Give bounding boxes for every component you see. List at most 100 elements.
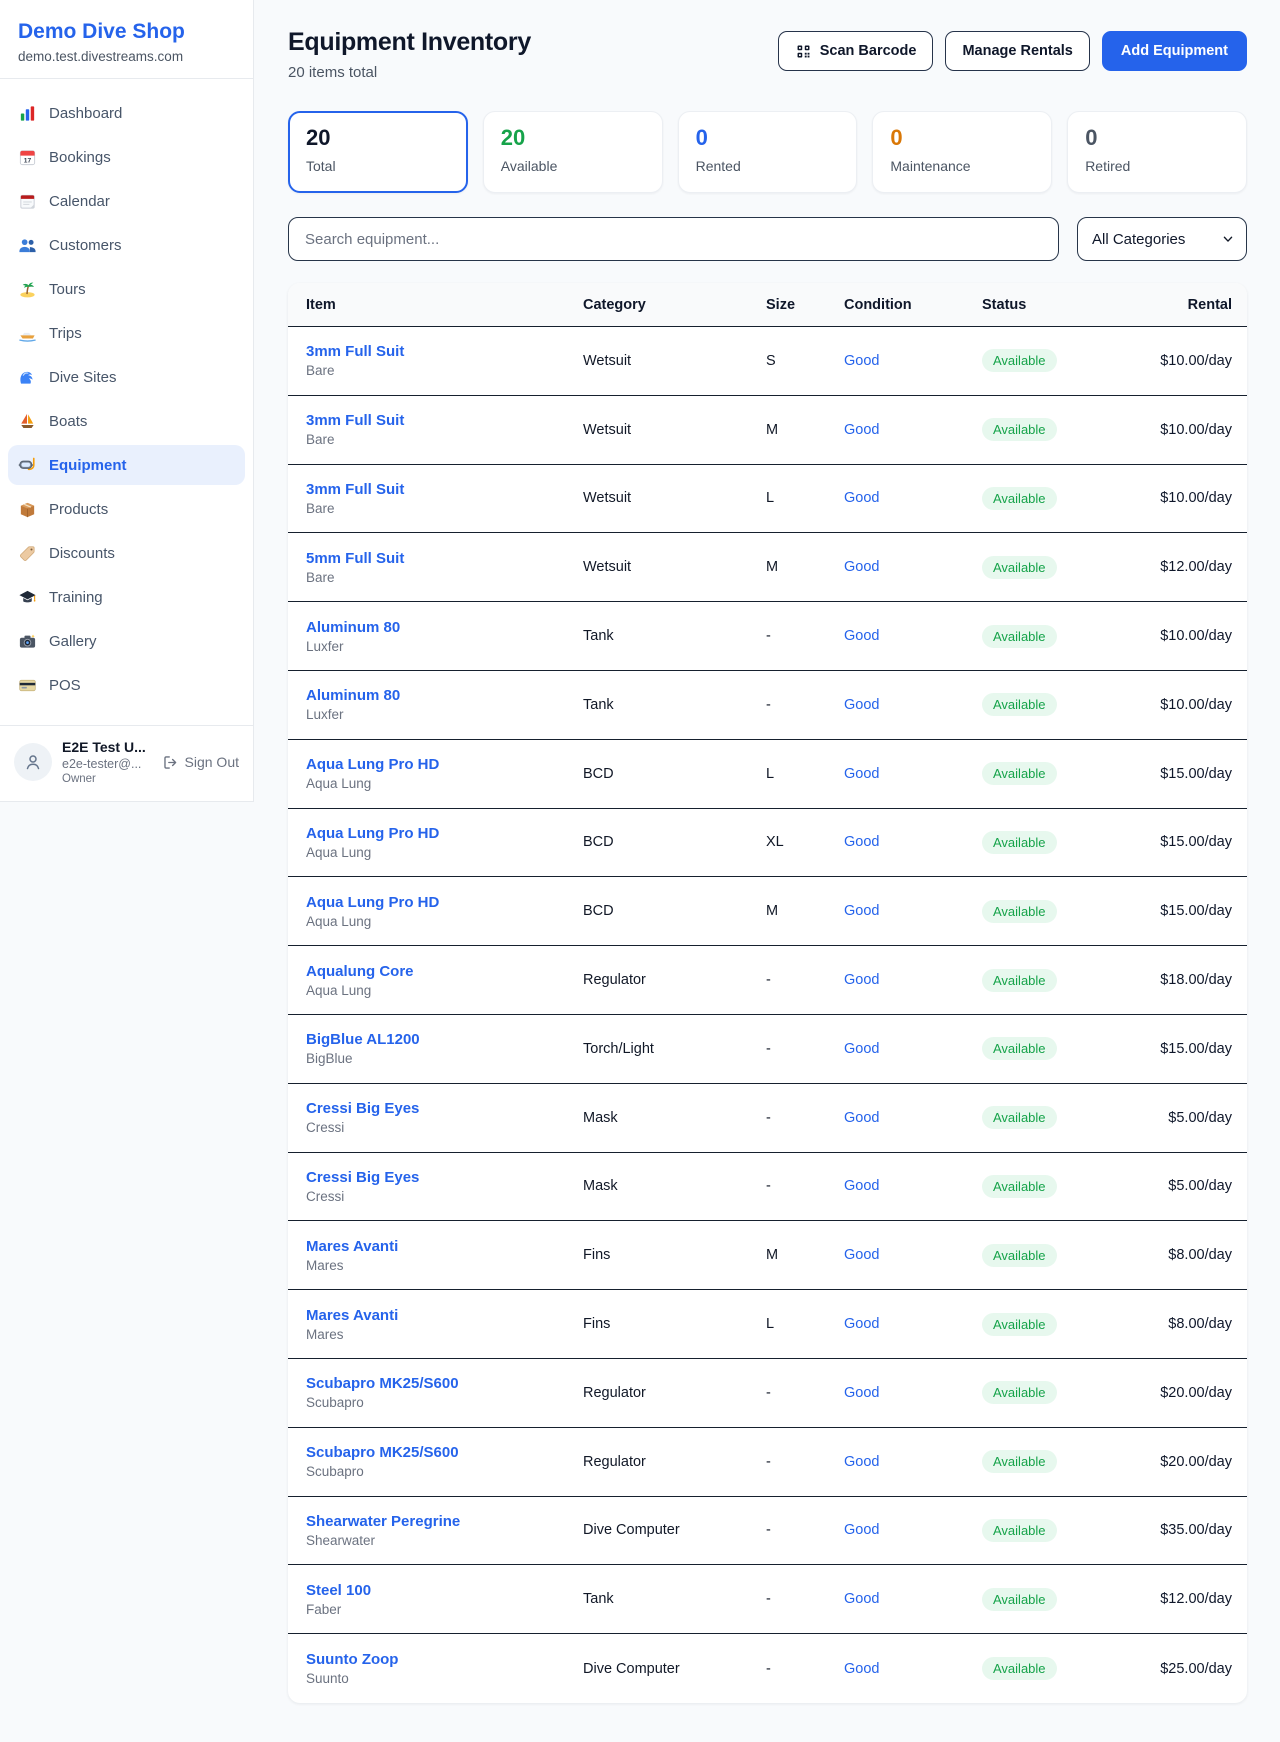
page-title: Equipment Inventory [288, 28, 531, 57]
table-row: Aqua Lung Pro HD Aqua Lung BCD XL Good A… [288, 809, 1247, 878]
sidebar-item-customers[interactable]: Customers [8, 225, 245, 265]
condition-link[interactable]: Good [844, 1591, 879, 1607]
sidebar-item-pos[interactable]: POS [8, 665, 245, 705]
stat-value: 0 [1085, 125, 1229, 151]
status-cell: Available [982, 1519, 1092, 1542]
sidebar-item-trips[interactable]: Trips [8, 313, 245, 353]
sidebar-item-label: Dive Sites [49, 369, 117, 386]
item-name-link[interactable]: Shearwater Peregrine [306, 1513, 583, 1530]
item-name-link[interactable]: Cressi Big Eyes [306, 1100, 583, 1117]
condition-link[interactable]: Good [844, 422, 879, 438]
sidebar-item-boats[interactable]: Boats [8, 401, 245, 441]
manage-rentals-button[interactable]: Manage Rentals [945, 31, 1089, 71]
category-cell: Regulator [583, 1454, 766, 1470]
diving-mask-icon [18, 456, 37, 475]
stat-label: Maintenance [890, 158, 1034, 174]
user-name: E2E Test U... [62, 739, 152, 755]
stat-card-rented[interactable]: 0 Rented [678, 111, 858, 193]
stat-card-available[interactable]: 20 Available [483, 111, 663, 193]
status-cell: Available [982, 693, 1092, 716]
condition-cell: Good [844, 1661, 982, 1677]
item-name-link[interactable]: Suunto Zoop [306, 1651, 583, 1668]
stat-card-maintenance[interactable]: 0 Maintenance [872, 111, 1052, 193]
sidebar-item-equipment[interactable]: Equipment [8, 445, 245, 485]
category-cell: Fins [583, 1316, 766, 1332]
condition-link[interactable]: Good [844, 1385, 879, 1401]
condition-link[interactable]: Good [844, 559, 879, 575]
add-equipment-button[interactable]: Add Equipment [1102, 31, 1247, 71]
condition-link[interactable]: Good [844, 628, 879, 644]
item-brand: Shearwater [306, 1533, 583, 1548]
item-cell: Mares Avanti Mares [306, 1238, 583, 1273]
item-cell: Cressi Big Eyes Cressi [306, 1100, 583, 1135]
item-name-link[interactable]: Steel 100 [306, 1582, 583, 1599]
status-cell: Available [982, 1244, 1092, 1267]
condition-link[interactable]: Good [844, 972, 879, 988]
size-cell: - [766, 1041, 844, 1057]
status-cell: Available [982, 349, 1092, 372]
item-brand: Mares [306, 1327, 583, 1342]
stat-card-total[interactable]: 20 Total [288, 111, 468, 193]
condition-link[interactable]: Good [844, 1247, 879, 1263]
sidebar-item-dashboard[interactable]: Dashboard [8, 93, 245, 133]
condition-link[interactable]: Good [844, 834, 879, 850]
item-name-link[interactable]: 5mm Full Suit [306, 550, 583, 567]
condition-link[interactable]: Good [844, 1110, 879, 1126]
item-name-link[interactable]: Aluminum 80 [306, 619, 583, 636]
status-badge: Available [982, 900, 1057, 923]
sidebar-item-discounts[interactable]: Discounts [8, 533, 245, 573]
sidebar-item-tours[interactable]: Tours [8, 269, 245, 309]
item-name-link[interactable]: Cressi Big Eyes [306, 1169, 583, 1186]
speedboat-icon [18, 324, 37, 343]
item-brand: Scubapro [306, 1464, 583, 1479]
condition-link[interactable]: Good [844, 697, 879, 713]
condition-link[interactable]: Good [844, 903, 879, 919]
stats-row: 20 Total 20 Available 0 Rented 0 Mainten… [288, 111, 1247, 193]
sidebar-item-calendar[interactable]: Calendar [8, 181, 245, 221]
size-cell: M [766, 1247, 844, 1263]
item-name-link[interactable]: Aqua Lung Pro HD [306, 894, 583, 911]
item-name-link[interactable]: 3mm Full Suit [306, 412, 583, 429]
sidebar-item-gallery[interactable]: Gallery [8, 621, 245, 661]
item-name-link[interactable]: Aqualung Core [306, 963, 583, 980]
condition-link[interactable]: Good [844, 1178, 879, 1194]
item-name-link[interactable]: Mares Avanti [306, 1307, 583, 1324]
stat-card-retired[interactable]: 0 Retired [1067, 111, 1247, 193]
category-select[interactable]: All Categories [1077, 217, 1247, 261]
condition-link[interactable]: Good [844, 1316, 879, 1332]
sidebar-item-training[interactable]: Training [8, 577, 245, 617]
item-brand: Mares [306, 1258, 583, 1273]
condition-cell: Good [844, 834, 982, 850]
condition-link[interactable]: Good [844, 1522, 879, 1538]
condition-link[interactable]: Good [844, 1041, 879, 1057]
item-name-link[interactable]: Scubapro MK25/S600 [306, 1375, 583, 1392]
scan-barcode-button[interactable]: Scan Barcode [778, 31, 934, 71]
condition-link[interactable]: Good [844, 1454, 879, 1470]
table-row: Aqualung Core Aqua Lung Regulator - Good… [288, 946, 1247, 1015]
status-cell: Available [982, 969, 1092, 992]
item-brand: Bare [306, 570, 583, 585]
sidebar-item-dive-sites[interactable]: Dive Sites [8, 357, 245, 397]
item-name-link[interactable]: 3mm Full Suit [306, 343, 583, 360]
search-input[interactable] [288, 217, 1059, 261]
sidebar-item-bookings[interactable]: Bookings [8, 137, 245, 177]
condition-link[interactable]: Good [844, 353, 879, 369]
status-badge: Available [982, 1244, 1057, 1267]
item-name-link[interactable]: Aqua Lung Pro HD [306, 756, 583, 773]
item-name-link[interactable]: Aqua Lung Pro HD [306, 825, 583, 842]
item-name-link[interactable]: Mares Avanti [306, 1238, 583, 1255]
sign-out-button[interactable]: Sign Out [162, 754, 239, 771]
item-name-link[interactable]: Scubapro MK25/S600 [306, 1444, 583, 1461]
item-name-link[interactable]: BigBlue AL1200 [306, 1031, 583, 1048]
condition-link[interactable]: Good [844, 766, 879, 782]
chevron-down-icon [1220, 231, 1236, 247]
item-name-link[interactable]: Aluminum 80 [306, 687, 583, 704]
condition-link[interactable]: Good [844, 1661, 879, 1677]
item-brand: Suunto [306, 1671, 583, 1686]
brand-name[interactable]: Demo Dive Shop [18, 20, 235, 44]
sidebar-item-products[interactable]: Products [8, 489, 245, 529]
item-name-link[interactable]: 3mm Full Suit [306, 481, 583, 498]
status-badge: Available [982, 969, 1057, 992]
condition-link[interactable]: Good [844, 490, 879, 506]
table-row: Mares Avanti Mares Fins L Good Available… [288, 1290, 1247, 1359]
